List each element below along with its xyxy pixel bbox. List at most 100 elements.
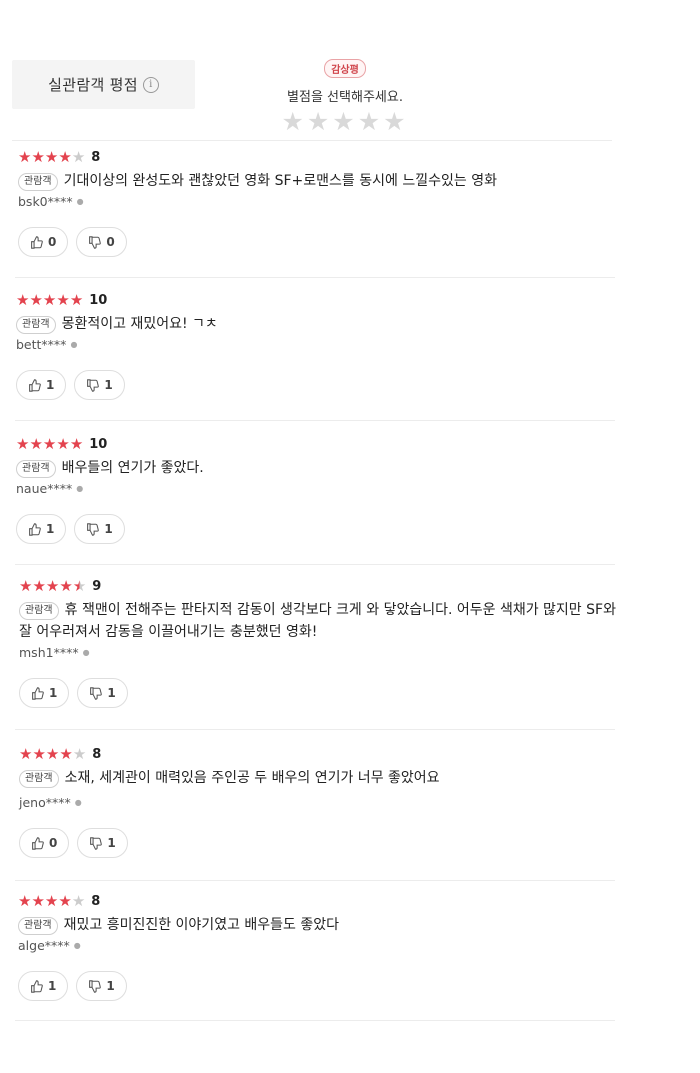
thumbs-up-icon	[29, 378, 41, 392]
rate-star-2-icon[interactable]: ★	[307, 107, 332, 136]
star-empty-icon: ★	[71, 891, 86, 910]
like-count: 0	[49, 836, 58, 850]
dislike-count: 1	[106, 979, 115, 993]
author-id: naue****	[16, 481, 73, 496]
dislike-button[interactable]: 1	[76, 971, 127, 1001]
info-icon[interactable]: i	[142, 76, 159, 93]
star-filled-icon: ★	[32, 576, 46, 595]
author-id: alge****	[18, 938, 70, 953]
vote-group: 0 0	[18, 227, 628, 257]
dot-icon: ●	[74, 798, 82, 807]
dislike-count: 1	[104, 378, 113, 392]
author-id: bsk0****	[18, 194, 73, 209]
star-filled-icon: ★	[31, 891, 45, 910]
divider	[15, 880, 615, 881]
star-empty-icon: ★	[72, 744, 87, 763]
rate-star-4-icon[interactable]: ★	[358, 107, 383, 136]
star-half-icon: ★	[72, 576, 87, 595]
star-filled-icon: ★	[69, 434, 84, 453]
like-button[interactable]: 0	[18, 227, 69, 257]
divider	[15, 1020, 615, 1021]
star-filled-icon: ★	[58, 147, 72, 166]
review-author: jeno**** ●	[19, 795, 629, 810]
like-button[interactable]: 1	[18, 971, 69, 1001]
review-author: bsk0**** ●	[18, 194, 628, 209]
star-filled-icon: ★	[45, 576, 60, 595]
star-filled-icon: ★	[58, 891, 72, 910]
thumbs-up-icon	[32, 686, 44, 700]
viewer-tag: 관람객	[19, 602, 59, 620]
rate-prompt: 별점을 선택해주세요.	[287, 90, 403, 105]
review-author: alge**** ●	[18, 938, 628, 953]
audience-rating-tab[interactable]: 실관람객 평점 i	[12, 60, 195, 109]
star-filled-icon: ★	[56, 434, 70, 453]
review-rating: ★ ★ ★ ★ ★ 8	[19, 745, 629, 763]
divider	[15, 564, 615, 565]
like-count: 1	[46, 378, 55, 392]
thumbs-down-icon	[90, 686, 103, 700]
star-filled-icon: ★	[42, 434, 57, 453]
review-body: 관람객 기대이상의 완성도와 괜찮았던 영화 SF+로맨스를 동시에 느낄수있는 …	[18, 170, 628, 192]
rate-stars: ★★★★★	[250, 107, 440, 137]
divider	[15, 729, 615, 730]
vote-group: 1 1	[19, 678, 629, 708]
like-button[interactable]: 1	[19, 678, 70, 708]
review-rating: ★ ★ ★ ★ ★ 10	[16, 435, 626, 453]
viewer-tag: 관람객	[19, 770, 59, 788]
review-score: 8	[91, 149, 101, 165]
like-button[interactable]: 1	[16, 514, 67, 544]
review-score: 8	[92, 746, 102, 762]
viewer-tag: 관람객	[16, 316, 56, 334]
thumbs-down-icon	[87, 522, 100, 536]
like-count: 1	[46, 522, 55, 536]
like-button[interactable]: 1	[16, 370, 67, 400]
star-filled-icon: ★	[44, 891, 59, 910]
star-filled-icon: ★	[59, 576, 73, 595]
author-id: msh1****	[19, 645, 79, 660]
viewer-tag: 관람객	[18, 173, 58, 191]
star-filled-icon: ★	[69, 290, 84, 309]
dislike-count: 1	[104, 522, 113, 536]
dislike-button[interactable]: 1	[74, 514, 125, 544]
review-author: naue**** ●	[16, 481, 626, 496]
review-body: 관람객 재밌고 흥미진진한 이야기였고 배우들도 좋았다	[18, 914, 628, 936]
thumbs-up-icon	[31, 235, 43, 249]
author-id: jeno****	[19, 795, 71, 810]
divider	[15, 420, 615, 421]
like-button[interactable]: 0	[19, 828, 70, 858]
star-filled-icon: ★	[42, 290, 57, 309]
star-filled-icon: ★	[29, 290, 43, 309]
dislike-button[interactable]: 1	[77, 828, 128, 858]
rate-star-5-icon[interactable]: ★	[383, 107, 408, 136]
dislike-count: 0	[106, 235, 115, 249]
rate-panel: 감상평 별점을 선택해주세요. ★★★★★	[250, 58, 440, 137]
review-body: 관람객 소재, 세계관이 매력있음 주인공 두 배우의 연기가 너무 좋았어요	[19, 767, 629, 789]
vote-group: 0 1	[19, 828, 629, 858]
dislike-button[interactable]: 1	[74, 370, 125, 400]
review-item: ★ ★ ★ ★ ★ 10 관람객 배우들의 연기가 좋았다. naue**** ● 1 1	[16, 435, 626, 544]
star-filled-icon: ★	[16, 434, 30, 453]
star-filled-icon: ★	[18, 891, 32, 910]
divider	[15, 277, 615, 278]
dot-icon: ●	[76, 484, 84, 493]
star-filled-icon: ★	[19, 744, 33, 763]
review-rating: ★ ★ ★ ★ ★ 9	[19, 577, 629, 595]
thumbs-down-icon	[90, 836, 103, 850]
rate-star-3-icon[interactable]: ★	[332, 107, 357, 136]
star-filled-icon: ★	[16, 290, 30, 309]
dot-icon: ●	[73, 941, 81, 950]
vote-group: 1 1	[16, 370, 626, 400]
dislike-button[interactable]: 0	[76, 227, 127, 257]
dislike-button[interactable]: 1	[77, 678, 128, 708]
review-rating: ★ ★ ★ ★ ★ 10	[16, 291, 626, 309]
review-item: ★ ★ ★ ★ ★ 8 관람객 소재, 세계관이 매력있음 주인공 두 배우의 연기가 너무…	[19, 745, 629, 858]
review-body: 관람객 휴 잭맨이 전해주는 판타지적 감동이 생각보다 크게 와 닿았습니다. …	[19, 599, 629, 643]
like-count: 1	[49, 686, 58, 700]
thumbs-down-icon	[89, 235, 102, 249]
rate-star-1-icon[interactable]: ★	[281, 107, 306, 136]
review-item: ★ ★ ★ ★ ★ 8 관람객 기대이상의 완성도와 괜찮았던 영화 SF+로맨스를 동시에…	[18, 148, 628, 257]
divider	[12, 140, 612, 141]
dot-icon: ●	[70, 340, 78, 349]
review-score: 8	[91, 893, 101, 909]
review-score: 10	[89, 436, 108, 452]
